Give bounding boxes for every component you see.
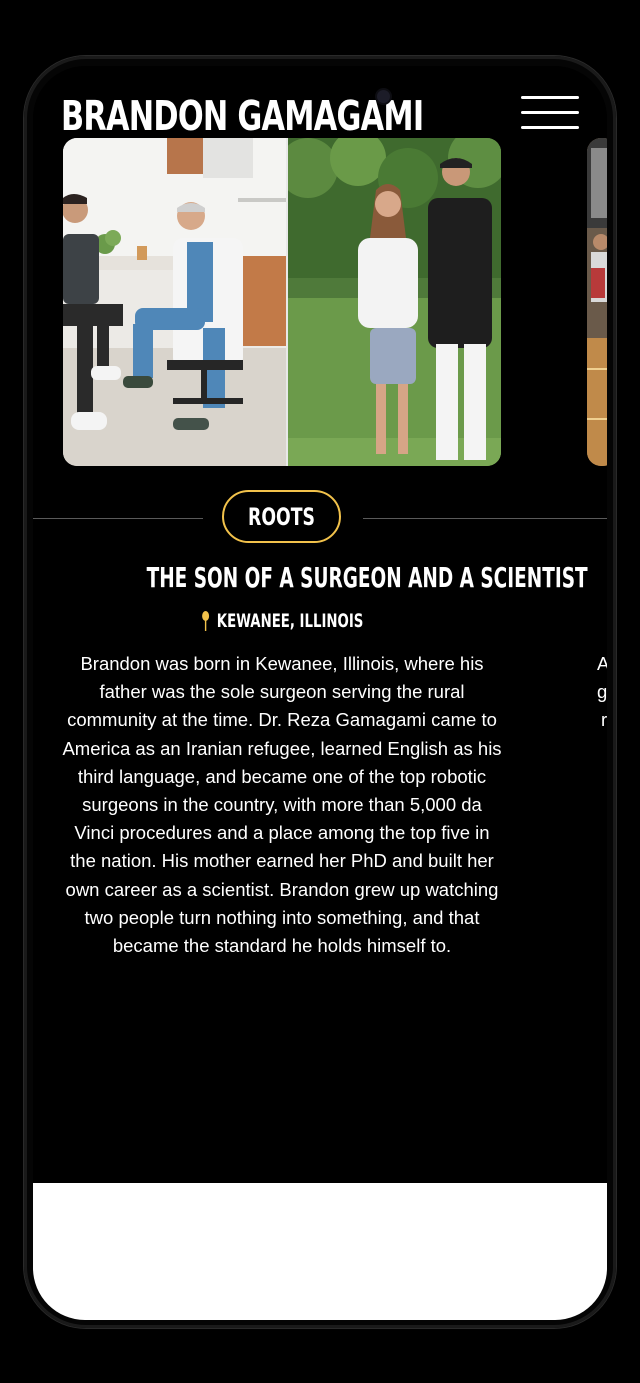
hamburger-icon-line <box>521 126 579 129</box>
peek-line: A <box>597 653 607 674</box>
hamburger-icon-line <box>521 111 579 114</box>
camera-dot <box>377 90 390 103</box>
screen: BRANDON GAMAGAMI ROOTS THE SON OF A SURG… <box>33 66 607 1320</box>
brand-title[interactable]: BRANDON GAMAGAMI <box>61 96 424 137</box>
chapter-pill[interactable]: ROOTS <box>222 490 341 543</box>
chapter-title: THE SON OF A SURGEON AND A SCIENTIST <box>33 560 588 596</box>
peek-line: g <box>597 681 607 703</box>
next-chapter-photo-peek[interactable] <box>587 138 607 466</box>
location-text: KEWANEE, ILLINOIS <box>217 610 364 632</box>
hamburger-icon <box>521 96 579 99</box>
next-chapter-text-peek: A g r <box>597 650 607 735</box>
menu-button[interactable] <box>519 94 581 134</box>
divider-left <box>33 518 203 519</box>
chapter-photo-card <box>63 138 501 466</box>
bottom-panel <box>33 1183 607 1320</box>
divider-right <box>363 518 607 519</box>
location-row: KEWANEE, ILLINOIS <box>200 610 364 632</box>
chapter-title-text: THE SON OF A SURGEON AND A SCIENTIST <box>146 561 588 594</box>
chapter-pill-label: ROOTS <box>248 502 315 531</box>
peek-line: r <box>601 709 607 731</box>
chapter-location: KEWANEE, ILLINOIS <box>33 610 531 632</box>
chapter-body: Brandon was born in Kewanee, Illinois, w… <box>62 653 502 957</box>
map-pin-icon <box>202 611 210 631</box>
photo-office-father-son <box>63 138 286 466</box>
photo-garden-mother-son <box>288 138 501 466</box>
